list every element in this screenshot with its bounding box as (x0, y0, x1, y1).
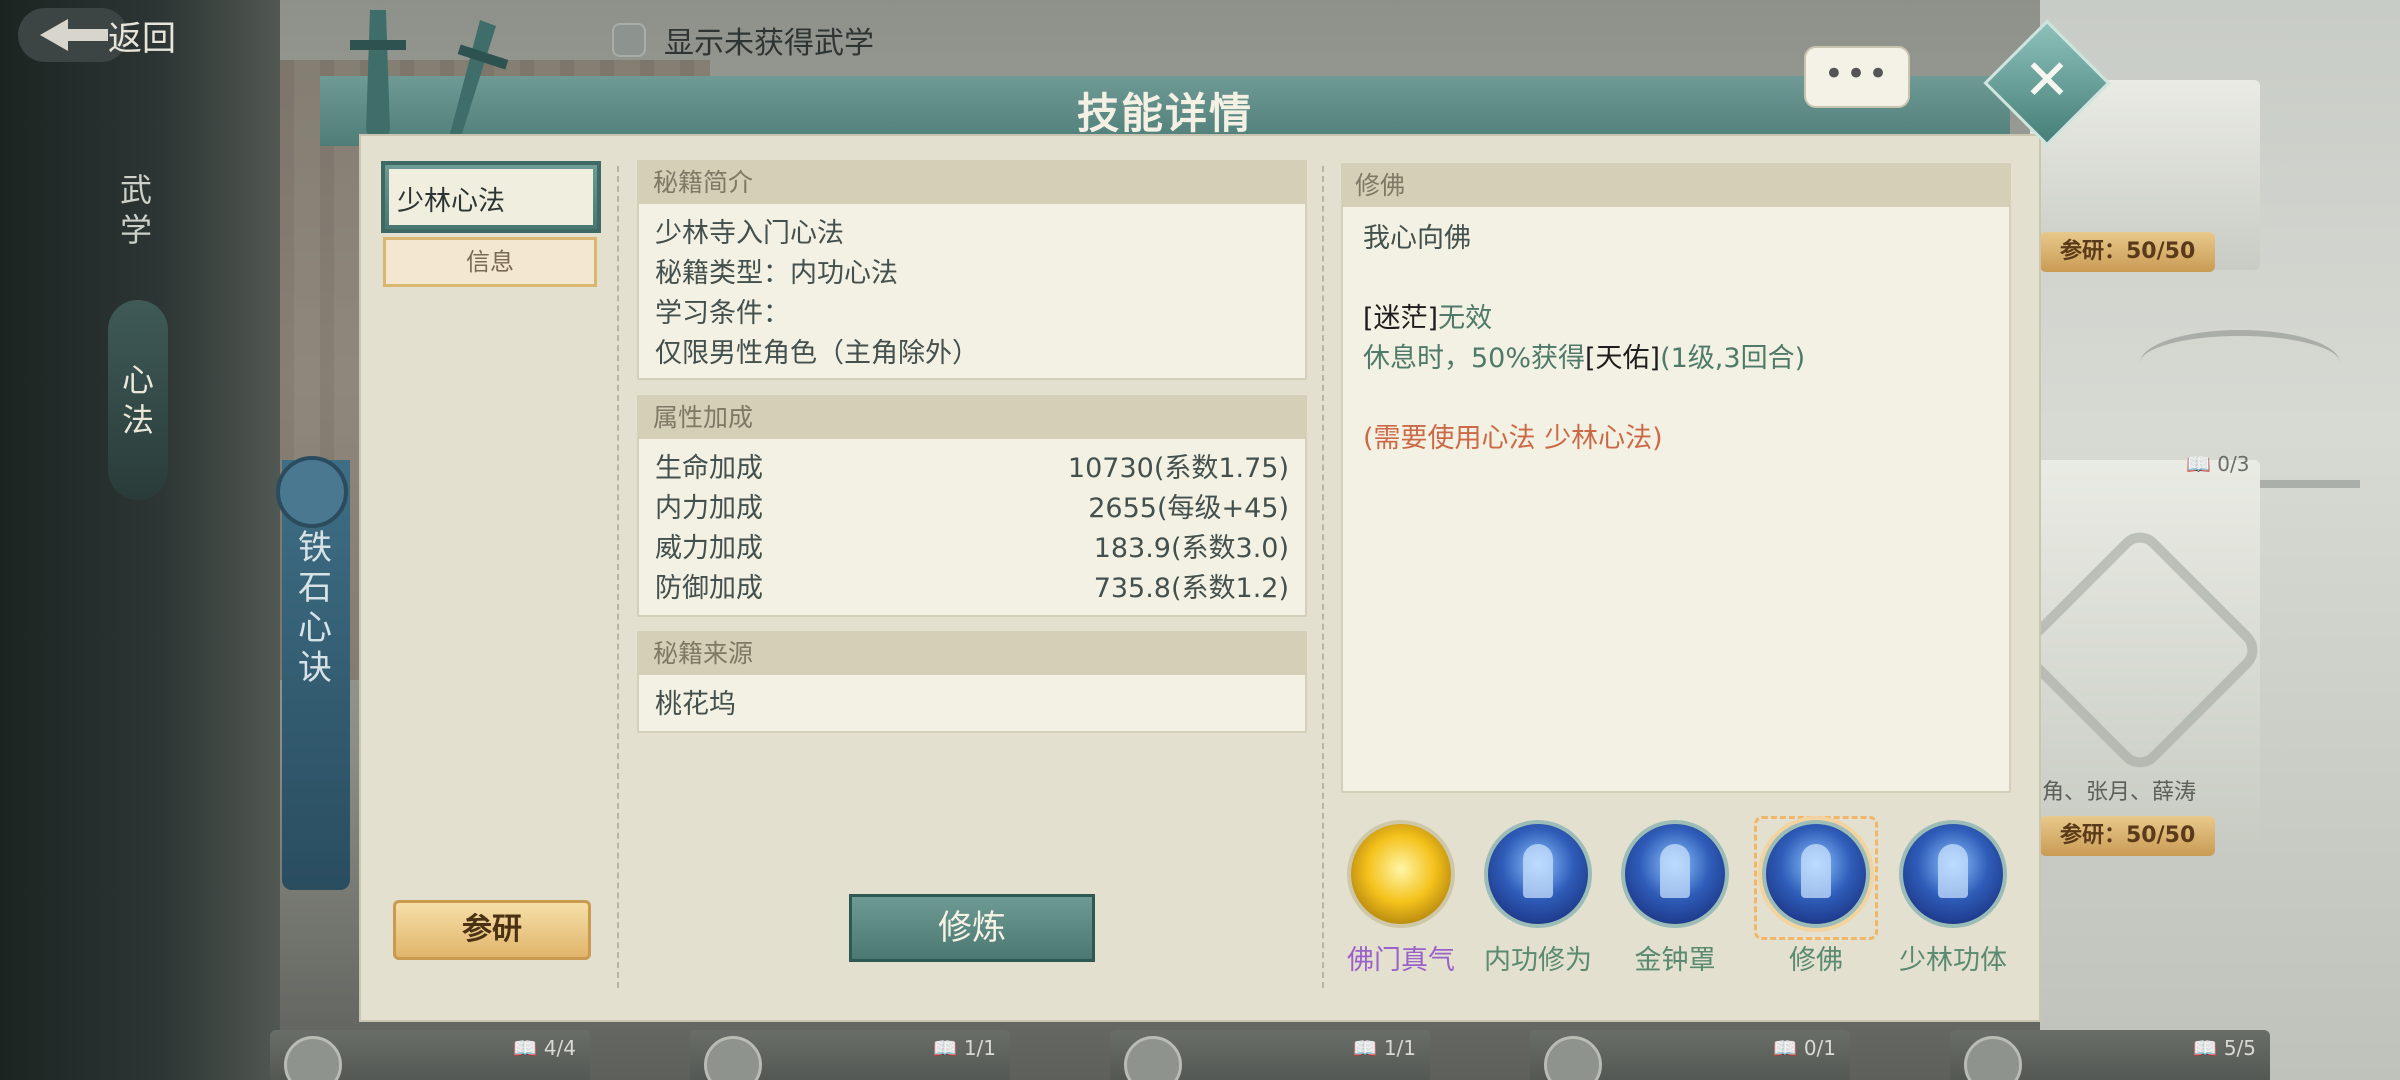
dialog-title: 技能详情 (1076, 89, 1253, 138)
nav-item-label: 法 (121, 401, 154, 439)
intro-line: 少林寺入门心法 (655, 218, 844, 249)
nav-item-xinfa[interactable]: 心 法 (108, 300, 168, 500)
meditation-icon (1621, 820, 1729, 928)
source-section: 秘籍来源 桃花坞 (637, 631, 1307, 733)
attribute-label: 生命加成 (655, 453, 763, 484)
card-vertical-title: 铁 石 心 诀 (298, 528, 332, 688)
skill-item-shaolin-body[interactable]: 少林功体 (1893, 820, 2013, 977)
meditation-icon (1899, 820, 2007, 928)
intro-line: 秘籍类型：内功心法 (655, 258, 898, 289)
divider (617, 166, 619, 988)
chat-bubble-button[interactable]: ••• (1804, 46, 1910, 108)
intro-section: 秘籍简介 少林寺入门心法 秘籍类型：内功心法 学习条件： 仅限男性角色（主角除外… (637, 160, 1307, 380)
effect-line: [迷茫]无效 (1363, 299, 1989, 339)
section-header: 秘籍来源 (639, 633, 1305, 675)
research-badge: 参研：50/50 (2040, 232, 2216, 272)
avatar (284, 1036, 342, 1080)
skill-label: 少林功体 (1899, 945, 2007, 976)
attribute-value: 183.9 (1093, 533, 1171, 564)
attribute-note: (系数1.2) (1170, 573, 1289, 604)
meditation-avatar-icon (276, 456, 348, 528)
attribute-label: 防御加成 (655, 573, 763, 604)
meditation-icon (1762, 820, 1870, 928)
avatar (1544, 1036, 1602, 1080)
section-header: 属性加成 (639, 397, 1305, 439)
close-icon[interactable]: ✕ (2002, 38, 2092, 128)
effect-text: (1级,3回合) (1660, 343, 1806, 374)
intro-line: 仅限男性角色（主角除外） (655, 338, 979, 369)
attribute-label: 内力加成 (655, 493, 763, 524)
attribute-note: (系数1.75) (1153, 453, 1289, 484)
book-count: 📖 4/4 (512, 1036, 576, 1060)
status-term: [迷茫] (1363, 303, 1439, 334)
attribute-value: 2655 (1088, 493, 1157, 524)
checkbox[interactable] (612, 23, 646, 57)
attribute-value: 10730 (1067, 453, 1154, 484)
skill-item-foumen[interactable]: 佛门真气 (1341, 820, 1461, 977)
back-button[interactable]: 返回 (18, 4, 176, 66)
effect-text: 无效 (1438, 303, 1493, 334)
tab-skill-label: 少林心法 (397, 186, 505, 217)
book-count: 📖 0/1 (1772, 1036, 1836, 1060)
attribute-label: 威力加成 (655, 533, 763, 564)
cultivate-button[interactable]: 修炼 (849, 894, 1095, 962)
effect-blank (1363, 379, 1989, 419)
skill-list: 佛门真气 内功修为 金钟罩 修佛 少林功体 (1341, 816, 2021, 990)
section-header: 修佛 (1343, 165, 2009, 207)
nav-item-martial-char[interactable]: 学 (108, 210, 164, 250)
skill-item-jinzhongzhao[interactable]: 金钟罩 (1615, 820, 1735, 977)
skill-effect-section: 修佛 我心向佛 [迷茫]无效 休息时，50%获得[天佑](1级,3回合) (需要… (1341, 163, 2011, 793)
research-badge: 参研：50/50 (2040, 816, 2216, 856)
effect-line: 我心向佛 (1363, 223, 1471, 254)
avatar (704, 1036, 762, 1080)
book-count: 📖 1/1 (932, 1036, 996, 1060)
golden-orb-icon (1347, 820, 1455, 928)
attribute-row: 威力加成 183.9(系数3.0) (655, 529, 1289, 569)
avatar (1124, 1036, 1182, 1080)
status-term: [天佑] (1585, 343, 1661, 374)
attribute-value: 735.8 (1093, 573, 1171, 604)
skill-label: 佛门真气 (1347, 945, 1455, 976)
attribute-note: (系数3.0) (1170, 533, 1289, 564)
martial-card-bottom[interactable]: 📖 0/1 (1530, 1030, 1850, 1080)
skill-label: 金钟罩 (1634, 945, 1716, 976)
research-button[interactable]: 参研 (393, 900, 591, 960)
source-value: 桃花坞 (655, 689, 736, 720)
intro-line: 学习条件： (655, 298, 790, 329)
attribute-row: 生命加成 10730(系数1.75) (655, 449, 1289, 489)
section-header: 秘籍简介 (639, 162, 1305, 204)
book-count: 📖 0/3 (2186, 452, 2250, 476)
book-count: 📖 1/1 (1352, 1036, 1416, 1060)
nav-item-label: 心 (121, 361, 154, 399)
effect-text: 休息时，50%获得 (1363, 343, 1586, 374)
meditation-icon (1484, 820, 1592, 928)
attribute-row: 防御加成 735.8(系数1.2) (655, 569, 1289, 609)
attribute-row: 内力加成 2655(每级+45) (655, 489, 1289, 529)
martial-card-bottom[interactable]: 📖 1/1 (690, 1030, 1010, 1080)
martial-card-bottom[interactable]: 📖 5/5 (1950, 1030, 2270, 1080)
category-nav: 武 学 (108, 170, 168, 250)
book-count: 📖 5/5 (2192, 1036, 2256, 1060)
nav-item-martial-char[interactable]: 武 (108, 170, 164, 210)
martial-card-bottom[interactable]: 📖 4/4 (270, 1030, 590, 1080)
martial-card-bottom[interactable]: 📖 1/1 (1110, 1030, 1430, 1080)
avatar (1964, 1036, 2022, 1080)
skill-item-neigong[interactable]: 内功修为 (1478, 820, 1598, 977)
effect-blank (1363, 259, 1989, 299)
back-label: 返回 (108, 18, 176, 59)
skill-label: 内功修为 (1484, 945, 1592, 976)
skill-item-xiufo[interactable]: 修佛 (1756, 820, 1876, 977)
effect-line: 休息时，50%获得[天佑](1级,3回合) (1363, 339, 1989, 379)
attribute-note: (每级+45) (1156, 493, 1289, 524)
toggle-label: 显示未获得武学 (664, 26, 874, 61)
tab-info[interactable]: 信息 (383, 237, 597, 287)
requirement-text: (需要使用心法 少林心法) (1363, 423, 1663, 454)
tab-skill-name[interactable]: 少林心法 (381, 161, 601, 233)
show-unobtained-toggle[interactable]: 显示未获得武学 (612, 18, 874, 62)
attribute-section: 属性加成 生命加成 10730(系数1.75) 内力加成 2655(每级+45)… (637, 395, 1307, 617)
divider (1322, 166, 1324, 988)
card-character-names: 角、张月、薛涛 (2042, 780, 2197, 805)
skill-label: 修佛 (1789, 945, 1843, 976)
